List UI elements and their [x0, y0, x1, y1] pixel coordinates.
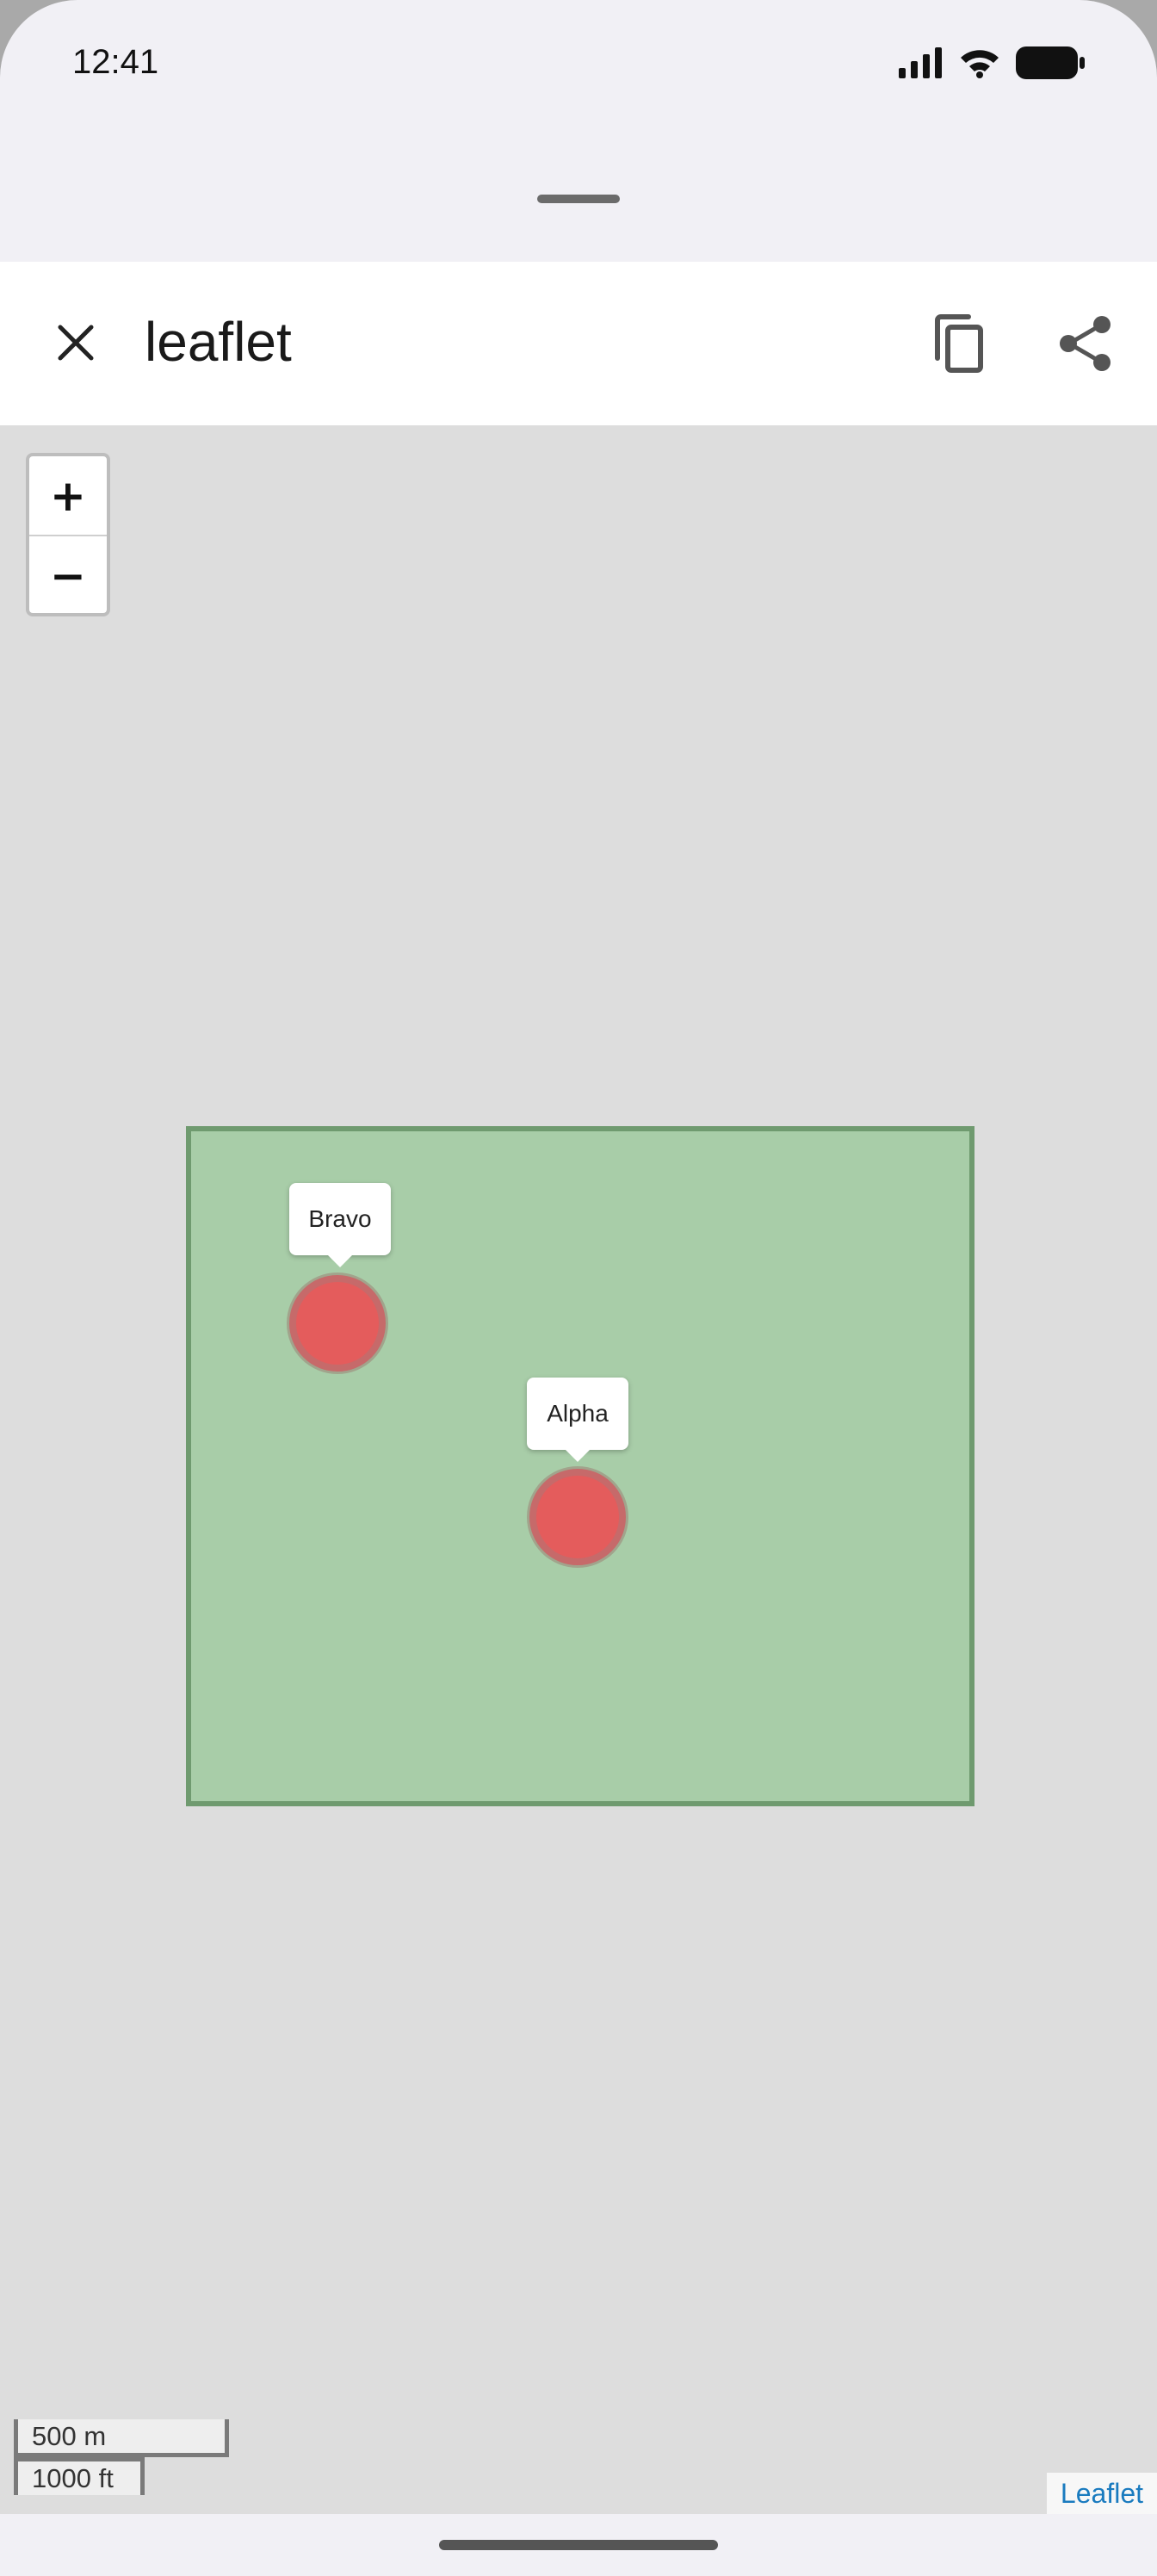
- copy-icon: [935, 314, 983, 373]
- scale-metric: 500 m: [14, 2419, 229, 2457]
- map-view[interactable]: + − Bravo Alpha 500 m 1000 ft Leaflet: [0, 425, 1157, 2514]
- circle-marker-alpha[interactable]: [529, 1469, 626, 1565]
- status-icons: [899, 46, 1085, 79]
- home-indicator: [439, 2540, 718, 2550]
- share-button[interactable]: [1050, 308, 1121, 379]
- zoom-control: + −: [26, 453, 110, 616]
- status-area: [0, 0, 1157, 262]
- copy-button[interactable]: [923, 308, 993, 379]
- sheet-drag-handle[interactable]: [537, 195, 620, 203]
- cellular-signal-icon: [899, 47, 942, 78]
- zoom-in-button[interactable]: +: [29, 456, 107, 536]
- status-time: 12:41: [72, 43, 159, 81]
- zoom-out-button[interactable]: −: [29, 536, 107, 613]
- scale-control: 500 m 1000 ft: [14, 2419, 229, 2495]
- header-bar: leaflet: [0, 262, 1157, 425]
- scale-imperial: 1000 ft: [14, 2457, 145, 2495]
- marker-tooltip-alpha: Alpha: [527, 1378, 628, 1462]
- close-button[interactable]: [45, 312, 107, 374]
- page-title: leaflet: [145, 311, 292, 373]
- marker-tooltip-bravo: Bravo: [289, 1183, 391, 1267]
- circle-marker-bravo[interactable]: [289, 1275, 386, 1372]
- share-icon: [1060, 316, 1111, 371]
- wifi-icon: [961, 50, 999, 78]
- close-icon: [58, 325, 94, 361]
- attribution-link[interactable]: Leaflet: [1046, 2473, 1157, 2514]
- battery-icon: [1016, 46, 1085, 79]
